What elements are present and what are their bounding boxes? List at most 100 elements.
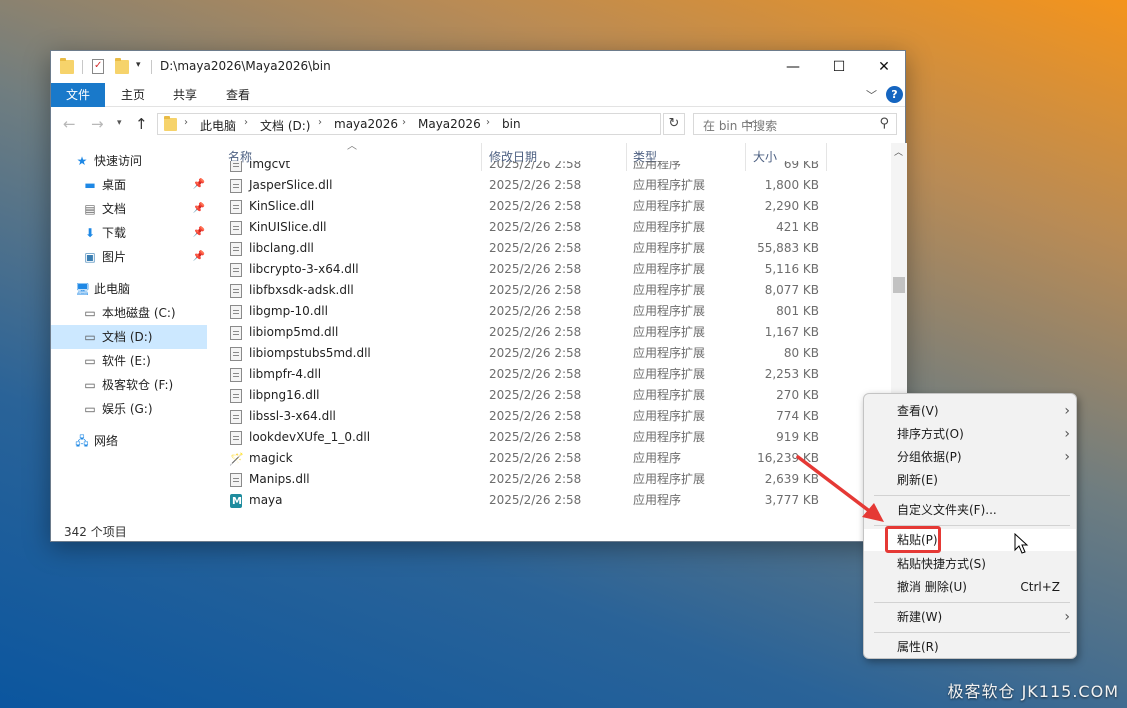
breadcrumb-Maya2026[interactable]: Maya2026 [418,117,481,131]
sidebar-item-this-pc[interactable]: 🖥 此电脑 [75,277,233,301]
chevron-right-icon[interactable]: › [184,117,188,128]
chevron-right-icon: › [1064,426,1070,442]
file-row[interactable]: libgmp-10.dll 2025/2/26 2:58 应用程序扩展 801 KB [223,301,833,322]
file-row[interactable]: JasperSlice.dll 2025/2/26 2:58 应用程序扩展 1,800… [223,175,833,196]
sidebar-item-network[interactable]: 🖧 网络 [75,429,233,453]
minimize-button[interactable]: — [770,51,816,83]
menu-item[interactable]: 撤消 删除(U) Ctrl+Z [864,576,1076,598]
close-button[interactable]: ✕ [861,51,907,83]
menu-item[interactable]: 查看(V) › [864,400,1076,422]
file-name: magick [249,451,293,465]
pin-icon[interactable]: 📌 [193,173,205,197]
help-icon[interactable]: ? [886,86,903,103]
file-type: 应用程序扩展 [633,283,706,297]
search-input[interactable]: 在 bin 中搜索 ⚲ [693,113,897,135]
sidebar-item-desktop[interactable]: ▬ 桌面 📌 [83,173,209,197]
file-type: 应用程序扩展 [633,346,706,360]
menu-item-label: 粘贴快捷方式(S) [897,557,986,571]
address-bar[interactable]: › 此电脑 › 文档 (D:) › maya2026 › Maya2026 › … [157,113,755,135]
watermark: 极客软仓 JK115.COM [947,682,1119,701]
ribbon-tabs: 文件 主页 共享 查看 ﹀ ? [51,83,905,107]
chevron-right-icon[interactable]: › [244,117,248,128]
sidebar-item-drive-g[interactable]: ▭ 娱乐 (G:) [83,397,209,421]
file-type: 应用程序扩展 [633,241,706,255]
explorer-window: ▾ D:\maya2026\Maya2026\bin — ☐ ✕ 文件 主页 共… [50,50,907,542]
sidebar-item-quick-access[interactable]: ★ 快速访问 [75,149,233,173]
file-row[interactable]: libclang.dll 2025/2/26 2:58 应用程序扩展 55,883 K… [223,238,833,259]
file-date: 2025/2/26 2:58 [489,367,582,381]
file-name: libclang.dll [249,241,314,255]
expand-ribbon-icon[interactable]: ﹀ [866,87,877,103]
drive-icon: ▭ [84,402,96,416]
status-item-count: 342 个项目 [64,525,127,539]
pin-icon[interactable]: 📌 [193,197,205,221]
menu-item-label: 分组依据(P) [897,450,962,464]
menu-item[interactable]: 排序方式(O) › [864,423,1076,445]
dll-file-icon [230,221,242,235]
breadcrumb-bin[interactable]: bin [502,117,521,131]
pin-icon[interactable]: 📌 [193,221,205,245]
pin-icon[interactable]: 📌 [193,245,205,269]
file-type: 应用程序扩展 [633,472,706,486]
sidebar-item-drive-c[interactable]: ▭ 本地磁盘 (C:) [83,301,209,325]
search-icon[interactable]: ⚲ [879,116,889,131]
tab-home[interactable]: 主页 [109,83,157,107]
refresh-icon[interactable]: ↻ [663,113,685,135]
sidebar-item-documents[interactable]: ▤ 文档 📌 [83,197,209,221]
menu-item[interactable]: 属性(R) [864,636,1076,658]
tab-file[interactable]: 文件 [51,83,105,107]
menu-item[interactable]: 刷新(E) [864,469,1076,491]
recent-locations-icon[interactable]: ▾ [117,118,122,128]
file-row[interactable]: libpng16.dll 2025/2/26 2:58 应用程序扩展 270 KB [223,385,833,406]
sidebar-item-drive-d[interactable]: ▭ 文档 (D:) [51,325,207,349]
file-row[interactable]: libcrypto-3-x64.dll 2025/2/26 2:58 应用程序扩展 5… [223,259,833,280]
scrollbar-thumb[interactable] [893,277,905,293]
tab-share[interactable]: 共享 [161,83,209,107]
file-row[interactable]: libiompstubs5md.dll 2025/2/26 2:58 应用程序扩展 8… [223,343,833,364]
star-icon: ★ [76,154,88,168]
chevron-right-icon[interactable]: › [402,117,406,128]
file-row[interactable]: libmpfr-4.dll 2025/2/26 2:58 应用程序扩展 2,253 K… [223,364,833,385]
file-row[interactable]: libssl-3-x64.dll 2025/2/26 2:58 应用程序扩展 774 … [223,406,833,427]
menu-item[interactable]: 自定义文件夹(F)... [864,499,1076,521]
file-row[interactable]: KinSlice.dll 2025/2/26 2:58 应用程序扩展 2,290 KB [223,196,833,217]
up-arrow-icon[interactable]: ↑ [135,115,148,133]
file-date: 2025/2/26 2:58 [489,283,582,297]
sidebar-item-downloads[interactable]: ⬇ 下载 📌 [83,221,209,245]
forward-arrow-icon[interactable]: → [91,115,104,133]
chevron-right-icon[interactable]: › [318,117,322,128]
menu-item[interactable]: 粘贴快捷方式(S) [864,553,1076,575]
menu-item[interactable]: 分组依据(P) › [864,446,1076,468]
menu-item[interactable]: 粘贴(P) [864,526,1076,553]
menu-item[interactable]: 新建(W) › [864,606,1076,628]
dll-file-icon [230,389,242,403]
maximize-button[interactable]: ☐ [816,51,862,83]
file-row[interactable]: KinUISlice.dll 2025/2/26 2:58 应用程序扩展 421 KB [223,217,833,238]
file-row[interactable]: libfbxsdk-adsk.dll 2025/2/26 2:58 应用程序扩展 8,… [223,280,833,301]
file-size: 2,253 KB [764,367,819,381]
file-row[interactable]: lookdevXUfe_1_0.dll 2025/2/26 2:58 应用程序扩展 9… [223,427,833,448]
menu-item-label: 查看(V) [897,404,939,418]
file-date: 2025/2/26 2:58 [489,262,582,276]
file-row[interactable]: libiomp5md.dll 2025/2/26 2:58 应用程序扩展 1,167 … [223,322,833,343]
sidebar-item-drive-f[interactable]: ▭ 极客软仓 (F:) [83,373,209,397]
back-arrow-icon[interactable]: ← [63,115,76,133]
file-row[interactable]: magick 2025/2/26 2:58 应用程序 16,239 KB [223,448,833,470]
tab-view[interactable]: 查看 [214,83,262,107]
sidebar-item-pictures[interactable]: ▣ 图片 📌 [83,245,209,269]
scroll-up-icon[interactable]: ︿ [894,145,903,158]
navigation-bar: ← → ▾ ↑ › 此电脑 › 文档 (D:) › maya2026 › May… [51,111,905,139]
new-folder-icon[interactable] [115,58,129,75]
sidebar-item-drive-e[interactable]: ▭ 软件 (E:) [83,349,209,373]
file-name: imgcvt [249,161,291,171]
quick-access-dropdown-icon[interactable]: ▾ [136,60,150,76]
file-name: libfbxsdk-adsk.dll [249,283,354,297]
chevron-right-icon[interactable]: › [486,117,490,128]
breadcrumb-maya2026[interactable]: maya2026 [334,117,398,131]
properties-icon[interactable] [92,59,106,75]
file-row[interactable]: Manips.dll 2025/2/26 2:58 应用程序扩展 2,639 KB [223,469,833,490]
breadcrumb-drive-d[interactable]: 文档 (D:) [260,117,310,134]
breadcrumb-this-pc[interactable]: 此电脑 [200,117,236,134]
file-row[interactable]: maya 2025/2/26 2:58 应用程序 3,777 KB [223,490,833,512]
file-row[interactable]: imgcvt 2025/2/26 2:58 应用程序 69 KB [223,161,833,175]
